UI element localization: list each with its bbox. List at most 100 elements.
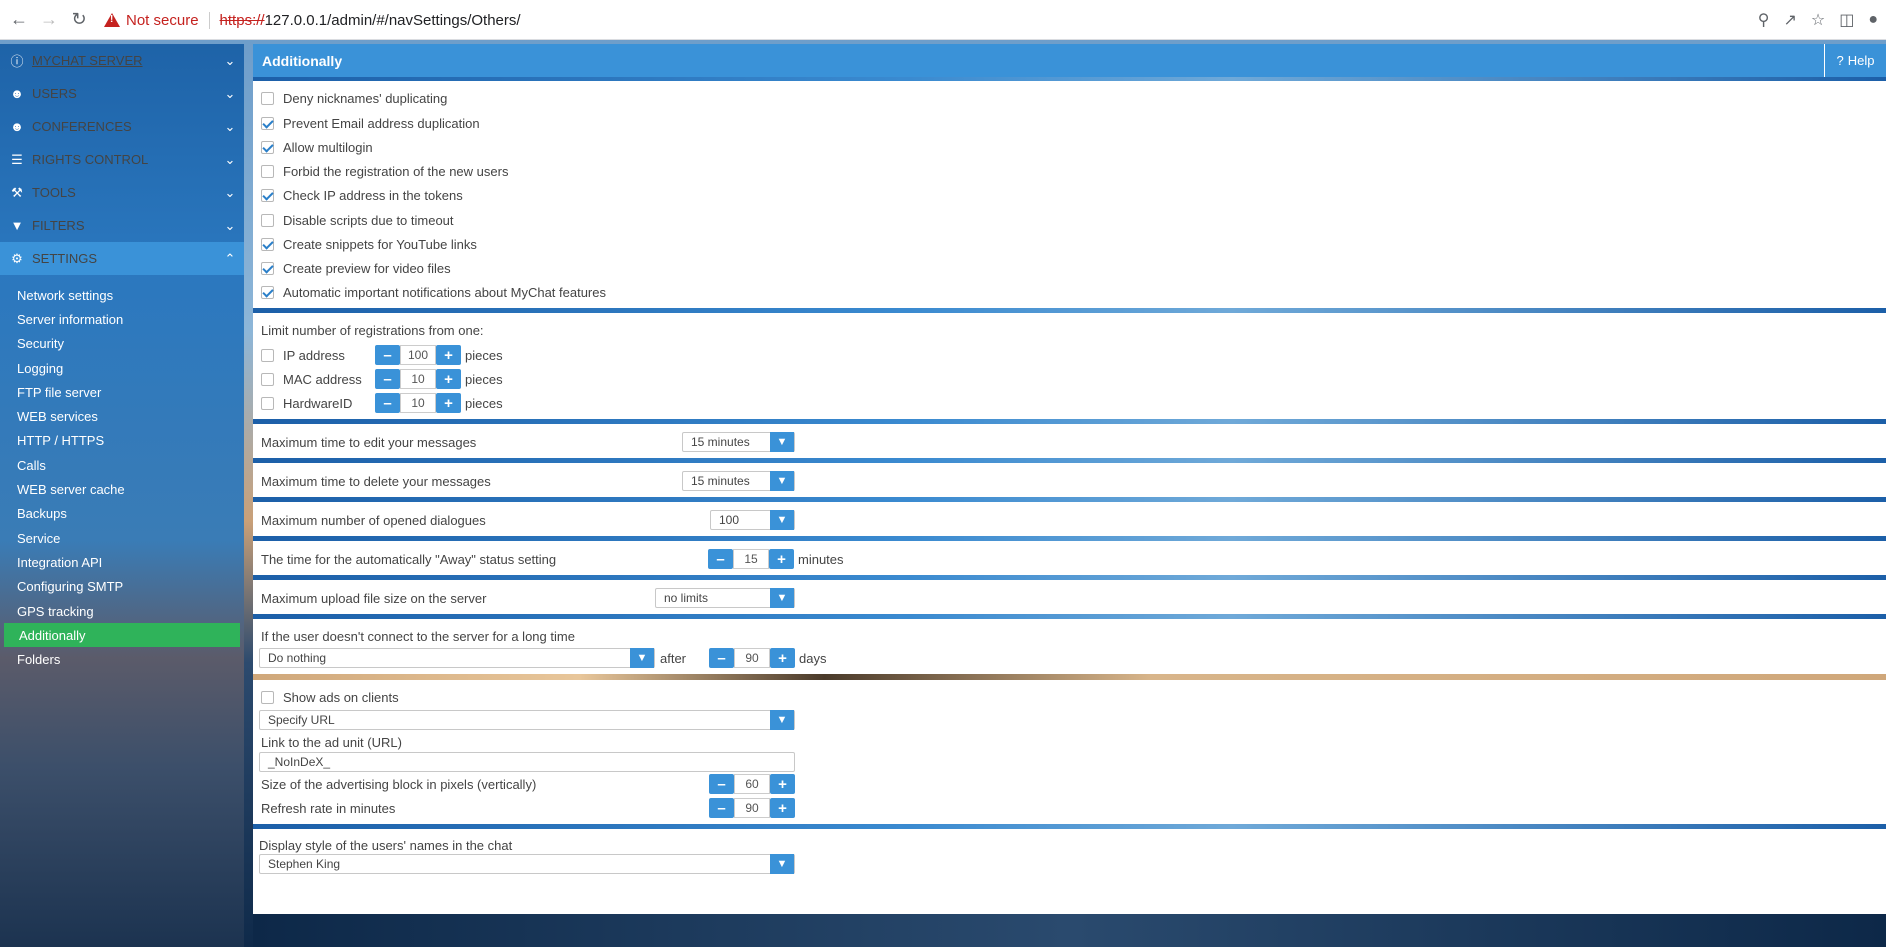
reload-icon[interactable]: ↻ (64, 5, 94, 35)
page-title: Additionally (262, 52, 343, 69)
sidebar-item-gps-tracking[interactable]: GPS tracking (0, 599, 244, 623)
unit-label: days (799, 650, 827, 666)
sidebar-item-logging[interactable]: Logging (0, 356, 244, 380)
sidebar-item-filters[interactable]: ▼ FILTERS ⌄ (0, 209, 244, 242)
upload-size-select[interactable]: no limits ▼ (655, 588, 795, 608)
sidebar-item-http-https[interactable]: HTTP / HTTPS (0, 429, 244, 453)
option-forbid-registration: Forbid the registration of the new users (261, 161, 508, 181)
stepper-value[interactable]: 10 (400, 393, 436, 413)
address-bar[interactable]: Not secure https://127.0.0.1/admin/#/nav… (104, 5, 1824, 35)
minus-button[interactable]: – (709, 648, 734, 668)
sidebar-item-folders[interactable]: Folders (0, 647, 244, 671)
stepper-value[interactable]: 90 (734, 648, 770, 668)
ads-link-input[interactable]: _NoInDeX_ (259, 752, 795, 772)
checkbox[interactable] (261, 261, 274, 275)
sidebar-item-conferences[interactable]: ☻ CONFERENCES ⌄ (0, 110, 244, 143)
forward-icon[interactable]: → (34, 5, 64, 35)
share-icon[interactable]: ↗ (1783, 10, 1796, 30)
select-value: 15 minutes (691, 435, 750, 449)
sidebar-item-backups[interactable]: Backups (0, 502, 244, 526)
plus-button[interactable]: + (770, 648, 795, 668)
sidebar-item-integration-api[interactable]: Integration API (0, 550, 244, 574)
sidebar-item-calls[interactable]: Calls (0, 453, 244, 477)
plus-button[interactable]: + (770, 774, 795, 794)
minus-button[interactable]: – (375, 369, 400, 389)
sidebar-item-rights-control[interactable]: ☰ RIGHTS CONTROL ⌄ (0, 143, 244, 176)
chevron-down-icon: ▼ (770, 510, 794, 530)
sidebar-item-mychat-server[interactable]: ⓘ MYCHAT SERVER ⌄ (0, 44, 244, 77)
minus-button[interactable]: – (709, 774, 734, 794)
minus-button[interactable]: – (375, 393, 400, 413)
back-icon[interactable]: ← (4, 5, 34, 35)
checkbox[interactable] (261, 188, 274, 202)
option-label: HardwareID (283, 395, 353, 411)
sidebar-item-tools[interactable]: ⚒ TOOLS ⌄ (0, 176, 244, 209)
sidebar-item-settings[interactable]: ⚙ SETTINGS ⌃ (0, 242, 244, 275)
checkbox[interactable] (261, 140, 274, 154)
checkbox[interactable] (261, 164, 274, 178)
stepper-value[interactable]: 100 (400, 345, 436, 365)
max-dialogues-select[interactable]: 100 ▼ (710, 510, 795, 530)
option-allow-multilogin: Allow multilogin (261, 137, 373, 157)
stepper-value[interactable]: 10 (400, 369, 436, 389)
sidebar-item-server-information[interactable]: Server information (0, 307, 244, 331)
sidebar-item-users[interactable]: ☻ USERS ⌄ (0, 77, 244, 110)
checkbox[interactable] (261, 285, 274, 299)
sidebar-item-web-server-cache[interactable]: WEB server cache (0, 477, 244, 501)
bookmark-star-icon[interactable]: ☆ (1811, 10, 1825, 30)
checkbox[interactable] (261, 116, 274, 130)
option-label: Prevent Email address duplication (283, 115, 480, 131)
checkbox[interactable] (261, 690, 274, 704)
delete-time-select[interactable]: 15 minutes ▼ (682, 471, 795, 491)
help-button[interactable]: ? Help (1824, 44, 1886, 77)
after-label: after (660, 650, 687, 666)
display-style-select[interactable]: Stephen King ▼ (259, 854, 795, 874)
minus-button[interactable]: – (709, 798, 734, 818)
zoom-icon[interactable]: ⚲ (1758, 10, 1770, 30)
plus-button[interactable]: + (436, 345, 461, 365)
option-label: Deny nicknames' duplicating (283, 90, 448, 106)
sidebar-item-security[interactable]: Security (0, 332, 244, 356)
edit-time-row: Maximum time to edit your messages (261, 432, 476, 452)
chevron-down-icon: ⌄ (224, 85, 236, 101)
sidebar-item-web-services[interactable]: WEB services (0, 404, 244, 428)
warning-icon (104, 13, 120, 27)
inactive-action-select[interactable]: Do nothing ▼ (259, 648, 655, 668)
sidebar-item-label: FILTERS (32, 218, 85, 233)
sidebar-item-ftp-file-server[interactable]: FTP file server (0, 380, 244, 404)
checkbox[interactable] (261, 237, 274, 251)
plus-button[interactable]: + (436, 369, 461, 389)
delete-time-row: Maximum time to delete your messages (261, 471, 491, 491)
ads-link-label: Link to the ad unit (URL) (261, 734, 402, 750)
checkbox[interactable] (261, 372, 274, 386)
minus-button[interactable]: – (708, 549, 733, 569)
chevron-down-icon: ▼ (770, 854, 794, 874)
chevron-down-icon: ▼ (770, 710, 794, 730)
checkbox[interactable] (261, 91, 274, 105)
checkbox[interactable] (261, 396, 274, 410)
checkbox[interactable] (261, 348, 274, 362)
sidebar-item-configuring-smtp[interactable]: Configuring SMTP (0, 575, 244, 599)
divider (253, 419, 1886, 424)
stepper-value[interactable]: 15 (733, 549, 769, 569)
stepper-value[interactable]: 60 (734, 774, 770, 794)
not-secure-indicator[interactable]: Not secure (104, 11, 210, 29)
stepper-value[interactable]: 90 (734, 798, 770, 818)
plus-button[interactable]: + (769, 549, 794, 569)
profile-icon[interactable]: ● (1868, 11, 1878, 29)
checkbox[interactable] (261, 213, 274, 227)
plus-button[interactable]: + (436, 393, 461, 413)
edit-time-select[interactable]: 15 minutes ▼ (682, 432, 795, 452)
side-panel-icon[interactable]: ◫ (1839, 10, 1854, 30)
panel-header: Additionally ? Help (253, 44, 1886, 77)
minus-button[interactable]: – (375, 345, 400, 365)
select-value: Specify URL (268, 713, 335, 727)
sidebar-item-service[interactable]: Service (0, 526, 244, 550)
ads-url-mode-select[interactable]: Specify URL ▼ (259, 710, 795, 730)
plus-button[interactable]: + (770, 798, 795, 818)
option-disable-scripts: Disable scripts due to timeout (261, 210, 454, 230)
sidebar-item-network-settings[interactable]: Network settings (0, 283, 244, 307)
url-text[interactable]: https://127.0.0.1/admin/#/navSettings/Ot… (210, 12, 521, 29)
sidebar-item-additionally[interactable]: Additionally (4, 623, 240, 648)
display-style-label: Display style of the users' names in the… (259, 837, 513, 853)
